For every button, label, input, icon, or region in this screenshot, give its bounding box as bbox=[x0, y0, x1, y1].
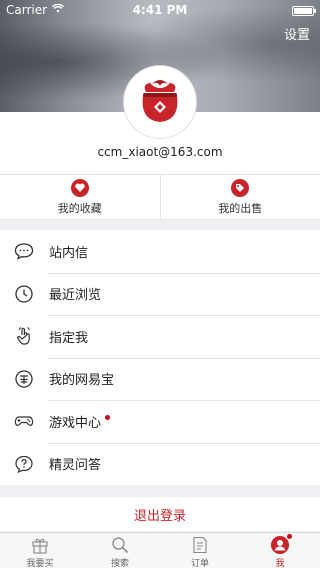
favorites-button[interactable]: 我的收藏 bbox=[0, 175, 160, 219]
gamepad-icon bbox=[14, 411, 34, 431]
menu-item-recent[interactable]: 最近浏览 bbox=[0, 272, 320, 316]
status-bar: Carrier 4:41 PM bbox=[0, 0, 320, 20]
menu-item-label: 指定我 bbox=[49, 330, 89, 346]
menu-item-label: 我的网易宝 bbox=[49, 373, 115, 389]
tab-label: 搜索 bbox=[110, 559, 129, 568]
search-icon bbox=[110, 535, 130, 555]
menu-item-label: 精灵问答 bbox=[49, 458, 102, 474]
menu-list: 站内信 最近浏览 指定我 我的网易宝 游戏中心 精灵问答 bbox=[0, 230, 320, 485]
tab-search[interactable]: 搜索 bbox=[80, 533, 160, 568]
tab-me[interactable]: 我 bbox=[240, 533, 320, 568]
tab-label: 我 bbox=[275, 559, 285, 568]
menu-item-wallet[interactable]: 我的网易宝 bbox=[0, 357, 320, 401]
tab-orders[interactable]: 订单 bbox=[160, 533, 240, 568]
menu-item-game-center[interactable]: 游戏中心 bbox=[0, 400, 320, 443]
tab-label: 订单 bbox=[190, 559, 209, 568]
menu-item-assigned[interactable]: 指定我 bbox=[0, 315, 320, 358]
avatar[interactable] bbox=[124, 66, 196, 138]
heart-icon bbox=[70, 178, 89, 197]
user-email: ccm_xiaot@163.com bbox=[97, 145, 223, 159]
lucky-bag-icon bbox=[142, 80, 178, 122]
tag-icon bbox=[231, 178, 250, 197]
tab-label: 我要买 bbox=[26, 559, 54, 568]
favorites-label: 我的收藏 bbox=[57, 201, 102, 215]
menu-item-qa[interactable]: 精灵问答 bbox=[0, 442, 320, 486]
gift-icon bbox=[30, 535, 50, 555]
wallet-icon bbox=[14, 369, 34, 389]
my-sales-label: 我的出售 bbox=[218, 201, 263, 215]
battery-icon bbox=[292, 6, 316, 16]
quick-actions: 我的收藏 我的出售 bbox=[0, 174, 320, 220]
message-icon bbox=[14, 241, 34, 261]
person-icon bbox=[270, 534, 292, 555]
menu-item-messages[interactable]: 站内信 bbox=[0, 230, 320, 273]
question-icon bbox=[14, 454, 34, 474]
tab-bar: 我要买 搜索 订单 我 bbox=[0, 532, 320, 568]
menu-item-label: 站内信 bbox=[49, 245, 89, 261]
logout-button[interactable]: 退出登录 bbox=[0, 497, 320, 531]
document-icon bbox=[190, 535, 210, 555]
tab-buy[interactable]: 我要买 bbox=[0, 533, 80, 568]
notification-dot bbox=[105, 414, 111, 420]
pointing-hand-icon bbox=[14, 326, 34, 346]
menu-item-label: 游戏中心 bbox=[49, 415, 102, 431]
clock-icon bbox=[14, 284, 34, 304]
menu-item-label: 最近浏览 bbox=[49, 288, 102, 304]
my-sales-button[interactable]: 我的出售 bbox=[159, 175, 320, 219]
settings-button[interactable]: 设置 bbox=[284, 24, 310, 43]
status-time: 4:41 PM bbox=[132, 3, 188, 17]
notification-dot bbox=[287, 534, 292, 539]
